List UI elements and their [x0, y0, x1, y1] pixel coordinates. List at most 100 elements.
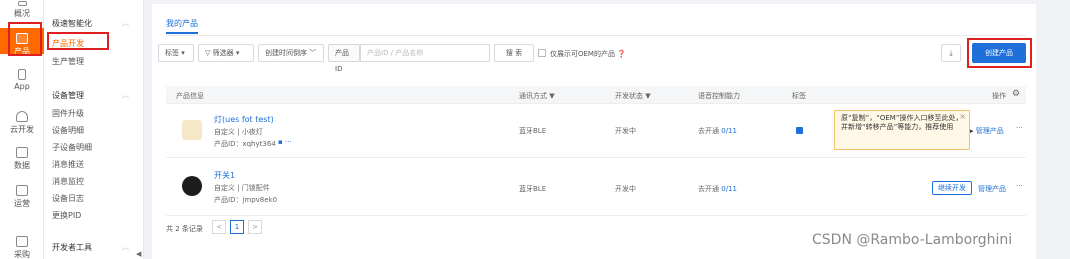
rail-item-label: 云开发 [10, 125, 34, 134]
submenu-item-firmware[interactable]: 固件升级 [52, 108, 84, 119]
watermark-text: CSDN @Rambo-Lamborghini [812, 232, 1013, 248]
pid-type-select[interactable]: 产品ID [328, 44, 360, 73]
sub-menu: 极速智能化 ︿ 产品开发 生产管理 设备管理 ︿ 固件升级 设备明细 子设备明细… [44, 0, 144, 259]
pid-type-label: 产品ID [335, 49, 349, 73]
close-icon[interactable]: × [959, 112, 966, 121]
next-page-button[interactable]: > [248, 220, 262, 234]
tag-select-label: 标签 [165, 49, 179, 57]
submenu-item-product-dev[interactable]: 产品开发 [52, 38, 84, 49]
table-header: 产品信息 通讯方式 ▼ 开发状态 ▼ 语音控制能力 标签 操作 ⚙ [166, 86, 1026, 104]
submenu-group-devtools[interactable]: 开发者工具 [52, 242, 92, 253]
col-actions: 操作 [992, 92, 1006, 100]
product-name-link[interactable]: 灯(ues fot test) [214, 114, 274, 125]
submenu-item-production[interactable]: 生产管理 [52, 56, 84, 67]
oem-checkbox-label: 仅展示可OEM的产品 ❓ [550, 49, 626, 59]
icon-rail: 概况 产品 App 云开发 数据 运营 采购 [0, 0, 44, 259]
product-name-link[interactable]: 开关1 [214, 170, 235, 181]
comm-value: 蓝牙BLE [519, 127, 547, 135]
manage-product-link[interactable]: 管理产品 [978, 184, 1006, 194]
search-button-label: 搜 索 [505, 49, 523, 57]
rail-item-product[interactable]: 产品 [0, 28, 44, 56]
product-meta: 自定义 | 小夜灯 [214, 128, 263, 136]
sort-select[interactable]: 创建时间倒序 ﹀ [258, 44, 324, 62]
search-button[interactable]: 搜 索 [494, 44, 534, 62]
purchase-icon [16, 236, 28, 247]
feature-tooltip: 原“复制”，“OEM”操作入口移至此处，并新增“转移产品”等能力，推荐使用 × [834, 110, 970, 150]
app-root: 概况 产品 App 云开发 数据 运营 采购 极速智能化 ︿ 产品开发 生产管理… [0, 0, 1070, 259]
filter-select-label: 筛选器 [212, 49, 234, 57]
submenu-group-fast[interactable]: 极速智能化 [52, 18, 92, 29]
col-comm[interactable]: 通讯方式 ▼ [519, 91, 555, 101]
rail-item-label: App [14, 82, 30, 91]
rail-item-cloud[interactable]: 云开发 [0, 108, 44, 134]
sort-select-label: 创建时间倒序 [265, 49, 307, 57]
submenu-group-device[interactable]: 设备管理 [52, 90, 84, 101]
create-product-label: 创建产品 [985, 49, 1013, 57]
rail-item-label: 采购 [14, 250, 30, 259]
more-icon[interactable]: ··· [1016, 124, 1023, 132]
rail-item-label: 运营 [14, 199, 30, 208]
submenu-item-device-detail[interactable]: 设备明细 [52, 125, 84, 136]
voice-value: 去开通 0/11 [698, 126, 737, 136]
col-status-label: 开发状态 [615, 92, 643, 100]
col-comm-label: 通讯方式 [519, 92, 547, 100]
total-records: 共 2 条记录 [166, 225, 203, 233]
product-id: 产品ID：xqhyt364 [214, 140, 276, 148]
overview-icon [17, 1, 27, 6]
funnel-icon: ▽ [205, 49, 211, 57]
voice-count-link[interactable]: 0/11 [721, 185, 737, 193]
collapse-arrow-icon[interactable]: ◀ [136, 250, 144, 259]
manage-product-label: 管理产品 [975, 127, 1004, 135]
help-icon[interactable]: ❓ [615, 50, 626, 58]
submenu-item-subdevice[interactable]: 子设备明细 [52, 142, 92, 153]
voice-open-text: 去开通 [698, 185, 719, 193]
rail-item-label: 产品 [14, 47, 30, 56]
ops-icon [16, 185, 28, 196]
filter-select[interactable]: ▽ 筛选器 ▾ [198, 44, 254, 62]
download-button[interactable]: ⤓ [941, 44, 961, 62]
product-thumbnail [182, 176, 202, 196]
tag-select[interactable]: 标签 ▾ [158, 44, 194, 62]
oem-label-text: 仅展示可OEM的产品 [550, 50, 615, 58]
manage-product-link[interactable]: ▸ 管理产品 [970, 126, 1004, 136]
rail-item-label: 概况 [14, 9, 30, 18]
copy-icon[interactable]: ▪ ··· [278, 138, 292, 146]
rail-item-ops[interactable]: 运营 [0, 182, 44, 208]
col-tags: 标签 [792, 92, 806, 100]
tab-divider [166, 35, 1026, 36]
status-value: 开发中 [615, 185, 636, 193]
tab-my-products[interactable]: 我的产品 [166, 18, 198, 34]
main-area: 我的产品 标签 ▾ ▽ 筛选器 ▾ 创建时间倒序 ﹀ 产品ID 产品ID / 产… [144, 0, 1070, 259]
tag-icon[interactable] [796, 127, 803, 134]
voice-count-link[interactable]: 0/11 [721, 127, 737, 135]
oem-checkbox[interactable] [538, 49, 546, 57]
status-value: 开发中 [615, 127, 636, 135]
rail-item-label: 数据 [14, 161, 30, 170]
chevron-up-icon: ︿ [122, 91, 129, 99]
data-icon [16, 147, 28, 158]
chevron-up-icon: ︿ [122, 19, 129, 27]
continue-dev-button[interactable]: 继续开发 [932, 181, 972, 195]
table-row: 开关1 自定义 | 门锁配件 产品ID：jmpv8ek0 蓝牙BLE 开发中 去… [166, 158, 1026, 216]
submenu-item-push[interactable]: 消息推送 [52, 159, 84, 170]
search-input[interactable]: 产品ID / 产品名称 [360, 44, 490, 62]
col-voice: 语音控制能力 [698, 92, 740, 100]
search-placeholder: 产品ID / 产品名称 [367, 49, 424, 57]
submenu-item-pid[interactable]: 更换PID [52, 210, 81, 221]
rail-item-data[interactable]: 数据 [0, 144, 44, 170]
rail-item-app[interactable]: App [0, 66, 44, 92]
gear-icon[interactable]: ⚙ [1012, 89, 1020, 99]
submenu-item-monitor[interactable]: 消息监控 [52, 176, 84, 187]
submenu-item-log[interactable]: 设备日志 [52, 193, 84, 204]
content-card: 我的产品 标签 ▾ ▽ 筛选器 ▾ 创建时间倒序 ﹀ 产品ID 产品ID / 产… [152, 4, 1036, 259]
prev-page-button[interactable]: < [212, 220, 226, 234]
more-icon[interactable]: ··· [1016, 182, 1023, 190]
rail-item-purchase[interactable]: 采购 [0, 234, 44, 259]
col-status[interactable]: 开发状态 ▼ [615, 91, 651, 101]
product-thumbnail [182, 120, 202, 140]
phone-icon [18, 69, 26, 80]
create-product-button[interactable]: 创建产品 [972, 43, 1026, 63]
product-id: 产品ID：jmpv8ek0 [214, 196, 278, 204]
rail-item-overview[interactable]: 概况 [0, 0, 44, 20]
page-1-button[interactable]: 1 [230, 220, 244, 234]
